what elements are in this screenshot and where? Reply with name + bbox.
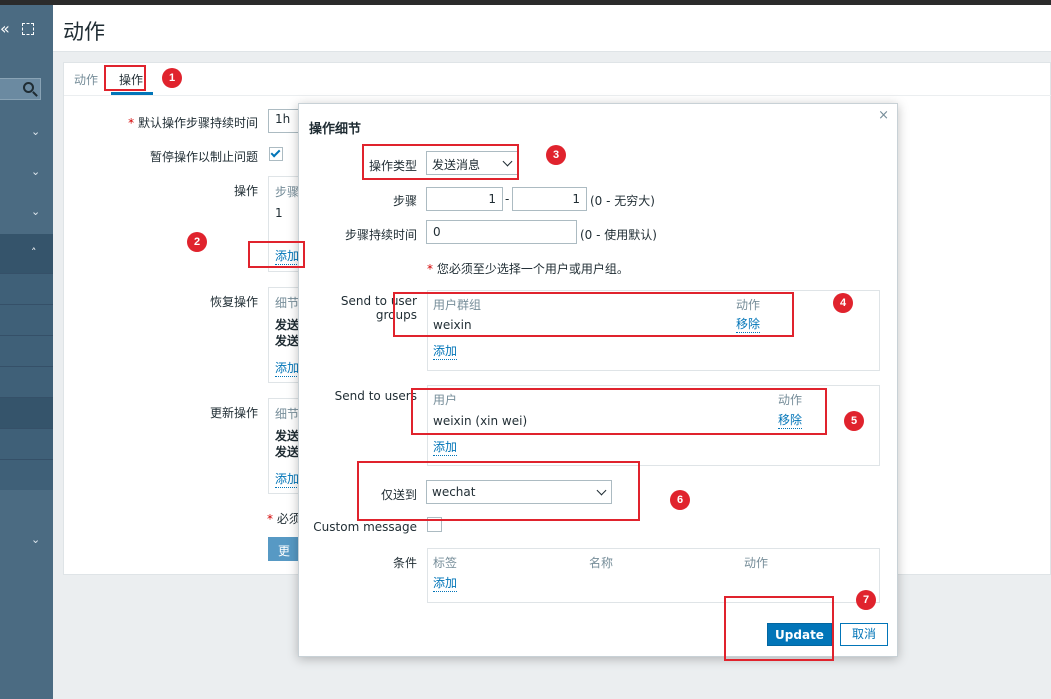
annotation-badge: 4 — [833, 293, 853, 313]
annotation-badge: 6 — [670, 490, 690, 510]
step-to-input[interactable]: 1 — [512, 187, 587, 211]
add-condition-link[interactable]: 添加 — [433, 576, 458, 592]
users-table: 用户 动作 weixin (xin wei) 移除 添加 — [427, 385, 880, 466]
chevron-down-icon[interactable]: ⌄ — [31, 533, 40, 546]
user-groups-column-action: 动作 — [736, 298, 761, 312]
add-user-link[interactable]: 添加 — [433, 440, 458, 456]
sidebar-subitem[interactable] — [0, 459, 53, 490]
operation-type-label: 操作类型 — [368, 159, 417, 173]
remove-user-group-link[interactable]: 移除 — [736, 317, 761, 333]
user-name: weixin (xin wei) — [433, 414, 528, 428]
search-icon[interactable] — [23, 82, 34, 93]
update-button[interactable]: Update — [767, 623, 832, 646]
annotation-badge: 3 — [546, 145, 566, 165]
chevron-down-icon[interactable]: ⌄ — [31, 205, 40, 218]
update-operations-label: 更新操作 — [209, 406, 258, 420]
chevron-down-icon[interactable]: ⌄ — [31, 165, 40, 178]
update-detail-line: 发送 — [275, 445, 300, 459]
sidebar-subitem-active[interactable] — [0, 397, 53, 428]
chevron-up-icon[interactable]: ˄ — [31, 246, 37, 259]
page-header: 动作 — [53, 5, 1051, 52]
steps-label: 步骤 — [392, 194, 417, 208]
operations-add-link[interactable]: 添加 — [275, 247, 300, 265]
operation-type-value: 发送消息 — [432, 158, 481, 172]
annotation-badge: 7 — [856, 590, 876, 610]
annotation-badge: 2 — [187, 232, 207, 252]
remove-user-link[interactable]: 移除 — [778, 413, 803, 429]
send-to-user-groups-label: Send to user groups — [340, 294, 417, 322]
conditions-table: 标签 名称 动作 添加 — [427, 548, 880, 603]
step-duration-input[interactable]: 0 — [426, 220, 577, 244]
annotation-badge: 5 — [844, 411, 864, 431]
active-tab-indicator — [111, 92, 153, 95]
step-range-hint: (0 - 无穷大) — [590, 194, 655, 208]
custom-message-checkbox[interactable] — [427, 517, 442, 532]
recovery-add-link[interactable]: 添加 — [275, 359, 300, 377]
operations-column-header: 步骤 — [275, 185, 300, 199]
chevron-down-icon — [502, 156, 513, 167]
recovery-operations-label: 恢复操作 — [209, 295, 258, 309]
update-detail-line: 发送 — [275, 429, 300, 443]
required-note: * 必须 — [267, 512, 301, 526]
step-duration-label: 步骤持续时间 — [344, 228, 417, 242]
sidebar-subitem[interactable] — [0, 428, 53, 459]
user-group-name: weixin — [433, 318, 472, 332]
sidebar-subitem[interactable] — [0, 366, 53, 397]
operations-step-value: 1 — [275, 206, 283, 220]
pause-operations-checkbox[interactable] — [269, 147, 283, 161]
cancel-button[interactable]: 取消 — [840, 623, 888, 646]
default-step-duration-input[interactable]: 1h — [268, 109, 302, 133]
expand-sidebar-icon[interactable] — [22, 23, 34, 35]
sidebar: « ⌄ ⌄ ⌄ ˄ ⌄ — [0, 5, 53, 699]
send-to-users-label: Send to users — [334, 389, 417, 403]
recipient-required-warning: * 您必须至少选择一个用户或用户组。 — [427, 262, 629, 276]
pause-operations-label: 暂停操作以制止问题 — [149, 150, 258, 164]
recovery-detail-line: 发送 — [275, 334, 300, 348]
recovery-detail-line: 发送 — [275, 318, 300, 332]
page-title: 动作 — [63, 20, 105, 44]
dialog-title: 操作细节 — [309, 122, 362, 137]
add-user-group-link[interactable]: 添加 — [433, 344, 458, 360]
send-only-to-value: wechat — [432, 485, 476, 499]
recovery-column-header: 细节 — [275, 296, 300, 310]
chevron-down-icon[interactable]: ⌄ — [31, 125, 40, 138]
tab-operations[interactable]: 操作 — [119, 71, 143, 88]
step-from-input[interactable]: 1 — [426, 187, 503, 211]
send-only-to-select[interactable]: wechat — [426, 480, 612, 504]
chevron-down-icon — [596, 485, 607, 496]
conditions-column-action: 动作 — [744, 556, 769, 570]
sidebar-top-controls: « — [0, 19, 53, 43]
user-groups-table: 用户群组 动作 weixin 移除 添加 — [427, 290, 880, 371]
sidebar-search-input[interactable] — [0, 78, 41, 100]
update-add-link[interactable]: 添加 — [275, 470, 300, 488]
sidebar-subitem[interactable] — [0, 273, 53, 304]
sidebar-subitem[interactable] — [0, 304, 53, 335]
step-duration-hint: (0 - 使用默认) — [580, 228, 657, 242]
collapse-sidebar-icon[interactable]: « — [0, 19, 10, 38]
operation-details-dialog: 操作细节 × 操作类型 发送消息 步骤 1 - 1 (0 - 无穷大) 步骤持续… — [298, 103, 898, 657]
operation-type-select[interactable]: 发送消息 — [426, 151, 518, 175]
conditions-column-name: 名称 — [589, 556, 614, 570]
conditions-label: 条件 — [392, 556, 417, 570]
custom-message-label: Custom message — [313, 520, 417, 534]
users-column-name: 用户 — [433, 393, 458, 407]
tab-action[interactable]: 动作 — [74, 71, 98, 88]
update-column-header: 细节 — [275, 407, 300, 421]
sidebar-item-active[interactable]: ˄ — [0, 234, 53, 273]
operations-label: 操作 — [233, 184, 258, 198]
users-column-action: 动作 — [778, 393, 803, 407]
step-separator: - — [505, 192, 510, 206]
default-step-duration-label: * 默认操作步骤持续时间 — [128, 116, 258, 130]
tab-bar: 动作 操作 — [64, 63, 1051, 96]
send-only-to-label: 仅送到 — [380, 488, 417, 502]
conditions-column-label: 标签 — [433, 556, 458, 570]
user-groups-column-name: 用户群组 — [433, 298, 482, 312]
close-icon[interactable]: × — [878, 108, 889, 123]
annotation-badge: 1 — [162, 68, 182, 88]
sidebar-subitem[interactable] — [0, 335, 53, 366]
check-icon — [270, 147, 281, 158]
